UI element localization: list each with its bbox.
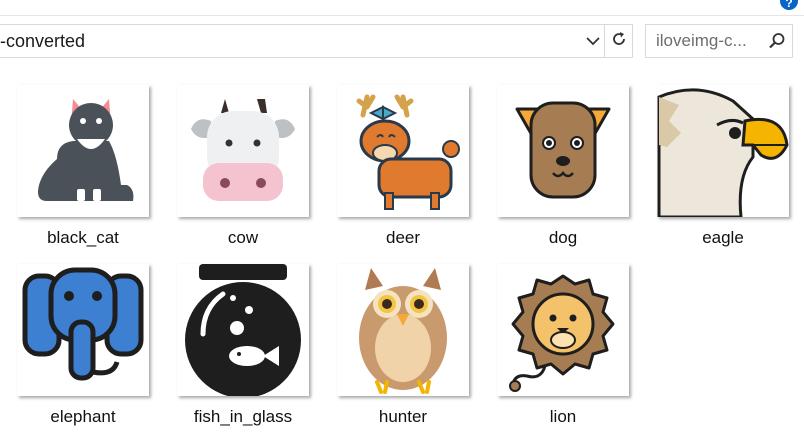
address-path[interactable]: -converted (0, 31, 582, 52)
address-bar: -converted (0, 24, 633, 58)
search-input[interactable] (646, 31, 762, 51)
help-icon[interactable]: ? (780, 0, 798, 10)
file-item-cow[interactable]: cow (160, 70, 320, 250)
search-icon[interactable] (762, 25, 792, 57)
window-top-strip: ? (0, 0, 804, 16)
chevron-down-icon[interactable] (582, 25, 604, 57)
file-name: deer (385, 228, 421, 247)
file-item-eagle[interactable]: eagle (640, 70, 800, 250)
fish-in-glass-thumbnail (177, 264, 309, 396)
file-name: lion (549, 407, 577, 426)
refresh-icon (610, 30, 628, 53)
eagle-thumbnail (657, 85, 789, 217)
file-item-lion[interactable]: lion (480, 249, 640, 429)
owl-thumbnail (337, 264, 469, 396)
file-item-deer[interactable]: deer (320, 70, 480, 250)
address-field[interactable]: -converted (0, 24, 605, 58)
file-item-elephant[interactable]: elephant (0, 249, 160, 429)
deer-thumbnail (337, 85, 469, 217)
refresh-button[interactable] (605, 24, 633, 58)
file-name: black_cat (47, 228, 119, 247)
file-item-fish-in-glass[interactable]: fish_in_glass (160, 249, 320, 429)
file-name: hunter (378, 407, 428, 426)
black-cat-thumbnail (17, 85, 149, 217)
file-item-black-cat[interactable]: black_cat (0, 70, 160, 250)
file-item-hunter[interactable]: hunter (320, 249, 480, 429)
file-item-dog[interactable]: dog (480, 70, 640, 250)
dog-thumbnail (497, 85, 629, 217)
file-name: dog (548, 228, 578, 247)
file-name: eagle (702, 228, 744, 247)
file-name: cow (227, 228, 259, 247)
file-name: fish_in_glass (193, 407, 293, 426)
file-name: elephant (50, 407, 116, 426)
lion-thumbnail (497, 264, 629, 396)
cow-thumbnail (177, 85, 309, 217)
search-box (645, 24, 793, 58)
elephant-thumbnail (17, 264, 149, 396)
